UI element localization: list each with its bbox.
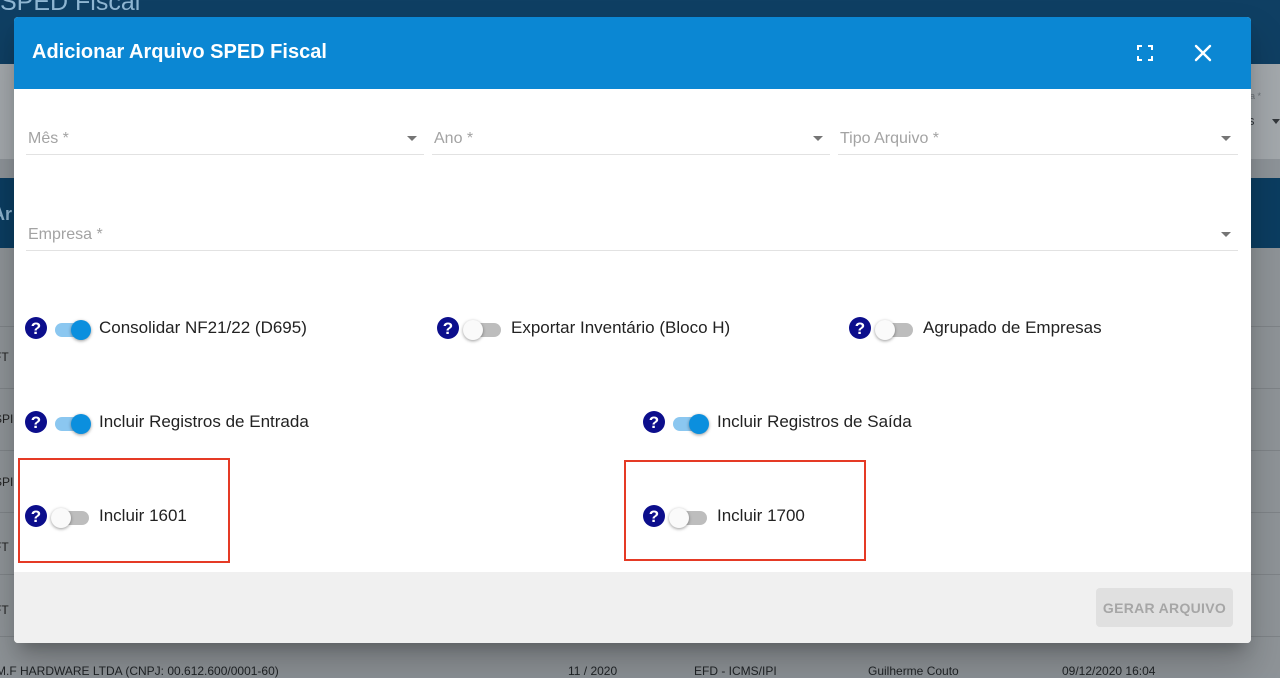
empresa-select[interactable]: Empresa * [26, 210, 1238, 251]
table-row-tipo: EFD - ICMS/IPI [694, 664, 777, 678]
empresa-label: Empresa * [28, 226, 103, 243]
help-icon[interactable]: ? [437, 317, 459, 339]
help-icon[interactable]: ? [643, 411, 665, 433]
toggle-switch[interactable] [669, 412, 709, 434]
help-icon[interactable]: ? [849, 317, 871, 339]
toggle-switch[interactable] [51, 318, 91, 340]
ano-select[interactable]: Ano * [432, 114, 830, 155]
help-icon[interactable]: ? [25, 411, 47, 433]
dropdown-arrow-icon [407, 136, 417, 141]
section-header-text: Ar [0, 204, 13, 224]
mes-label: Mês * [28, 130, 69, 147]
tipo-arquivo-label: Tipo Arquivo * [840, 130, 940, 147]
ano-label: Ano * [434, 130, 474, 147]
filter-dropdown-arrow-icon [1272, 119, 1280, 124]
app-title: SPED Fiscal [0, 0, 141, 16]
option-incluir-registros-entrada: ? Incluir Registros de Entrada [25, 408, 309, 436]
table-row-empresa: M.F HARDWARE LTDA (CNPJ: 00.612.600/0001… [0, 664, 279, 678]
dialog-footer [14, 572, 1251, 643]
option-label: Incluir Registros de Saída [717, 412, 912, 431]
option-label: Consolidar NF21/22 (D695) [99, 318, 307, 337]
dialog-title: Adicionar Arquivo SPED Fiscal [32, 41, 327, 63]
table-row-prefix: FT [0, 540, 9, 554]
filter-label: a * [1250, 91, 1262, 101]
toggle-switch[interactable] [51, 412, 91, 434]
dropdown-arrow-icon [1221, 136, 1231, 141]
toggle-switch[interactable] [875, 318, 915, 340]
option-incluir-registros-saida: ? Incluir Registros de Saída [643, 408, 912, 436]
table-row-data: 09/12/2020 16:04 [1062, 664, 1156, 678]
close-button[interactable] [1185, 35, 1221, 71]
dialog-header: Adicionar Arquivo SPED Fiscal [14, 17, 1251, 89]
highlight-box [624, 460, 866, 561]
gerar-arquivo-button[interactable]: GERAR ARQUIVO [1096, 588, 1233, 627]
tipo-arquivo-select[interactable]: Tipo Arquivo * [838, 114, 1238, 155]
mes-select[interactable]: Mês * [26, 114, 424, 155]
table-row-usuario: Guilherme Couto [868, 664, 959, 678]
option-agrupado-empresas: ? Agrupado de Empresas [849, 314, 1102, 342]
table-row-periodo: 11 / 2020 [568, 664, 618, 678]
fullscreen-icon [1137, 45, 1153, 61]
table-row-prefix: SPI [0, 412, 14, 426]
table-row-prefix: SPI [0, 475, 14, 489]
help-icon[interactable]: ? [25, 317, 47, 339]
option-label: Incluir Registros de Entrada [99, 412, 309, 431]
dropdown-arrow-icon [813, 136, 823, 141]
option-exportar-inventario: ? Exportar Inventário (Bloco H) [437, 314, 730, 342]
highlight-box [18, 458, 230, 563]
close-icon [1194, 44, 1212, 62]
add-sped-file-dialog: Adicionar Arquivo SPED Fiscal Mês * Ano … [14, 17, 1251, 643]
table-row-prefix: FT [0, 603, 9, 617]
option-consolidar-nf21-22: ? Consolidar NF21/22 (D695) [25, 314, 307, 342]
option-label: Agrupado de Empresas [923, 318, 1102, 337]
fullscreen-button[interactable] [1127, 35, 1163, 71]
dropdown-arrow-icon [1221, 232, 1231, 237]
toggle-switch[interactable] [463, 318, 503, 340]
option-label: Exportar Inventário (Bloco H) [511, 318, 731, 337]
table-row-prefix: FT [0, 350, 9, 364]
